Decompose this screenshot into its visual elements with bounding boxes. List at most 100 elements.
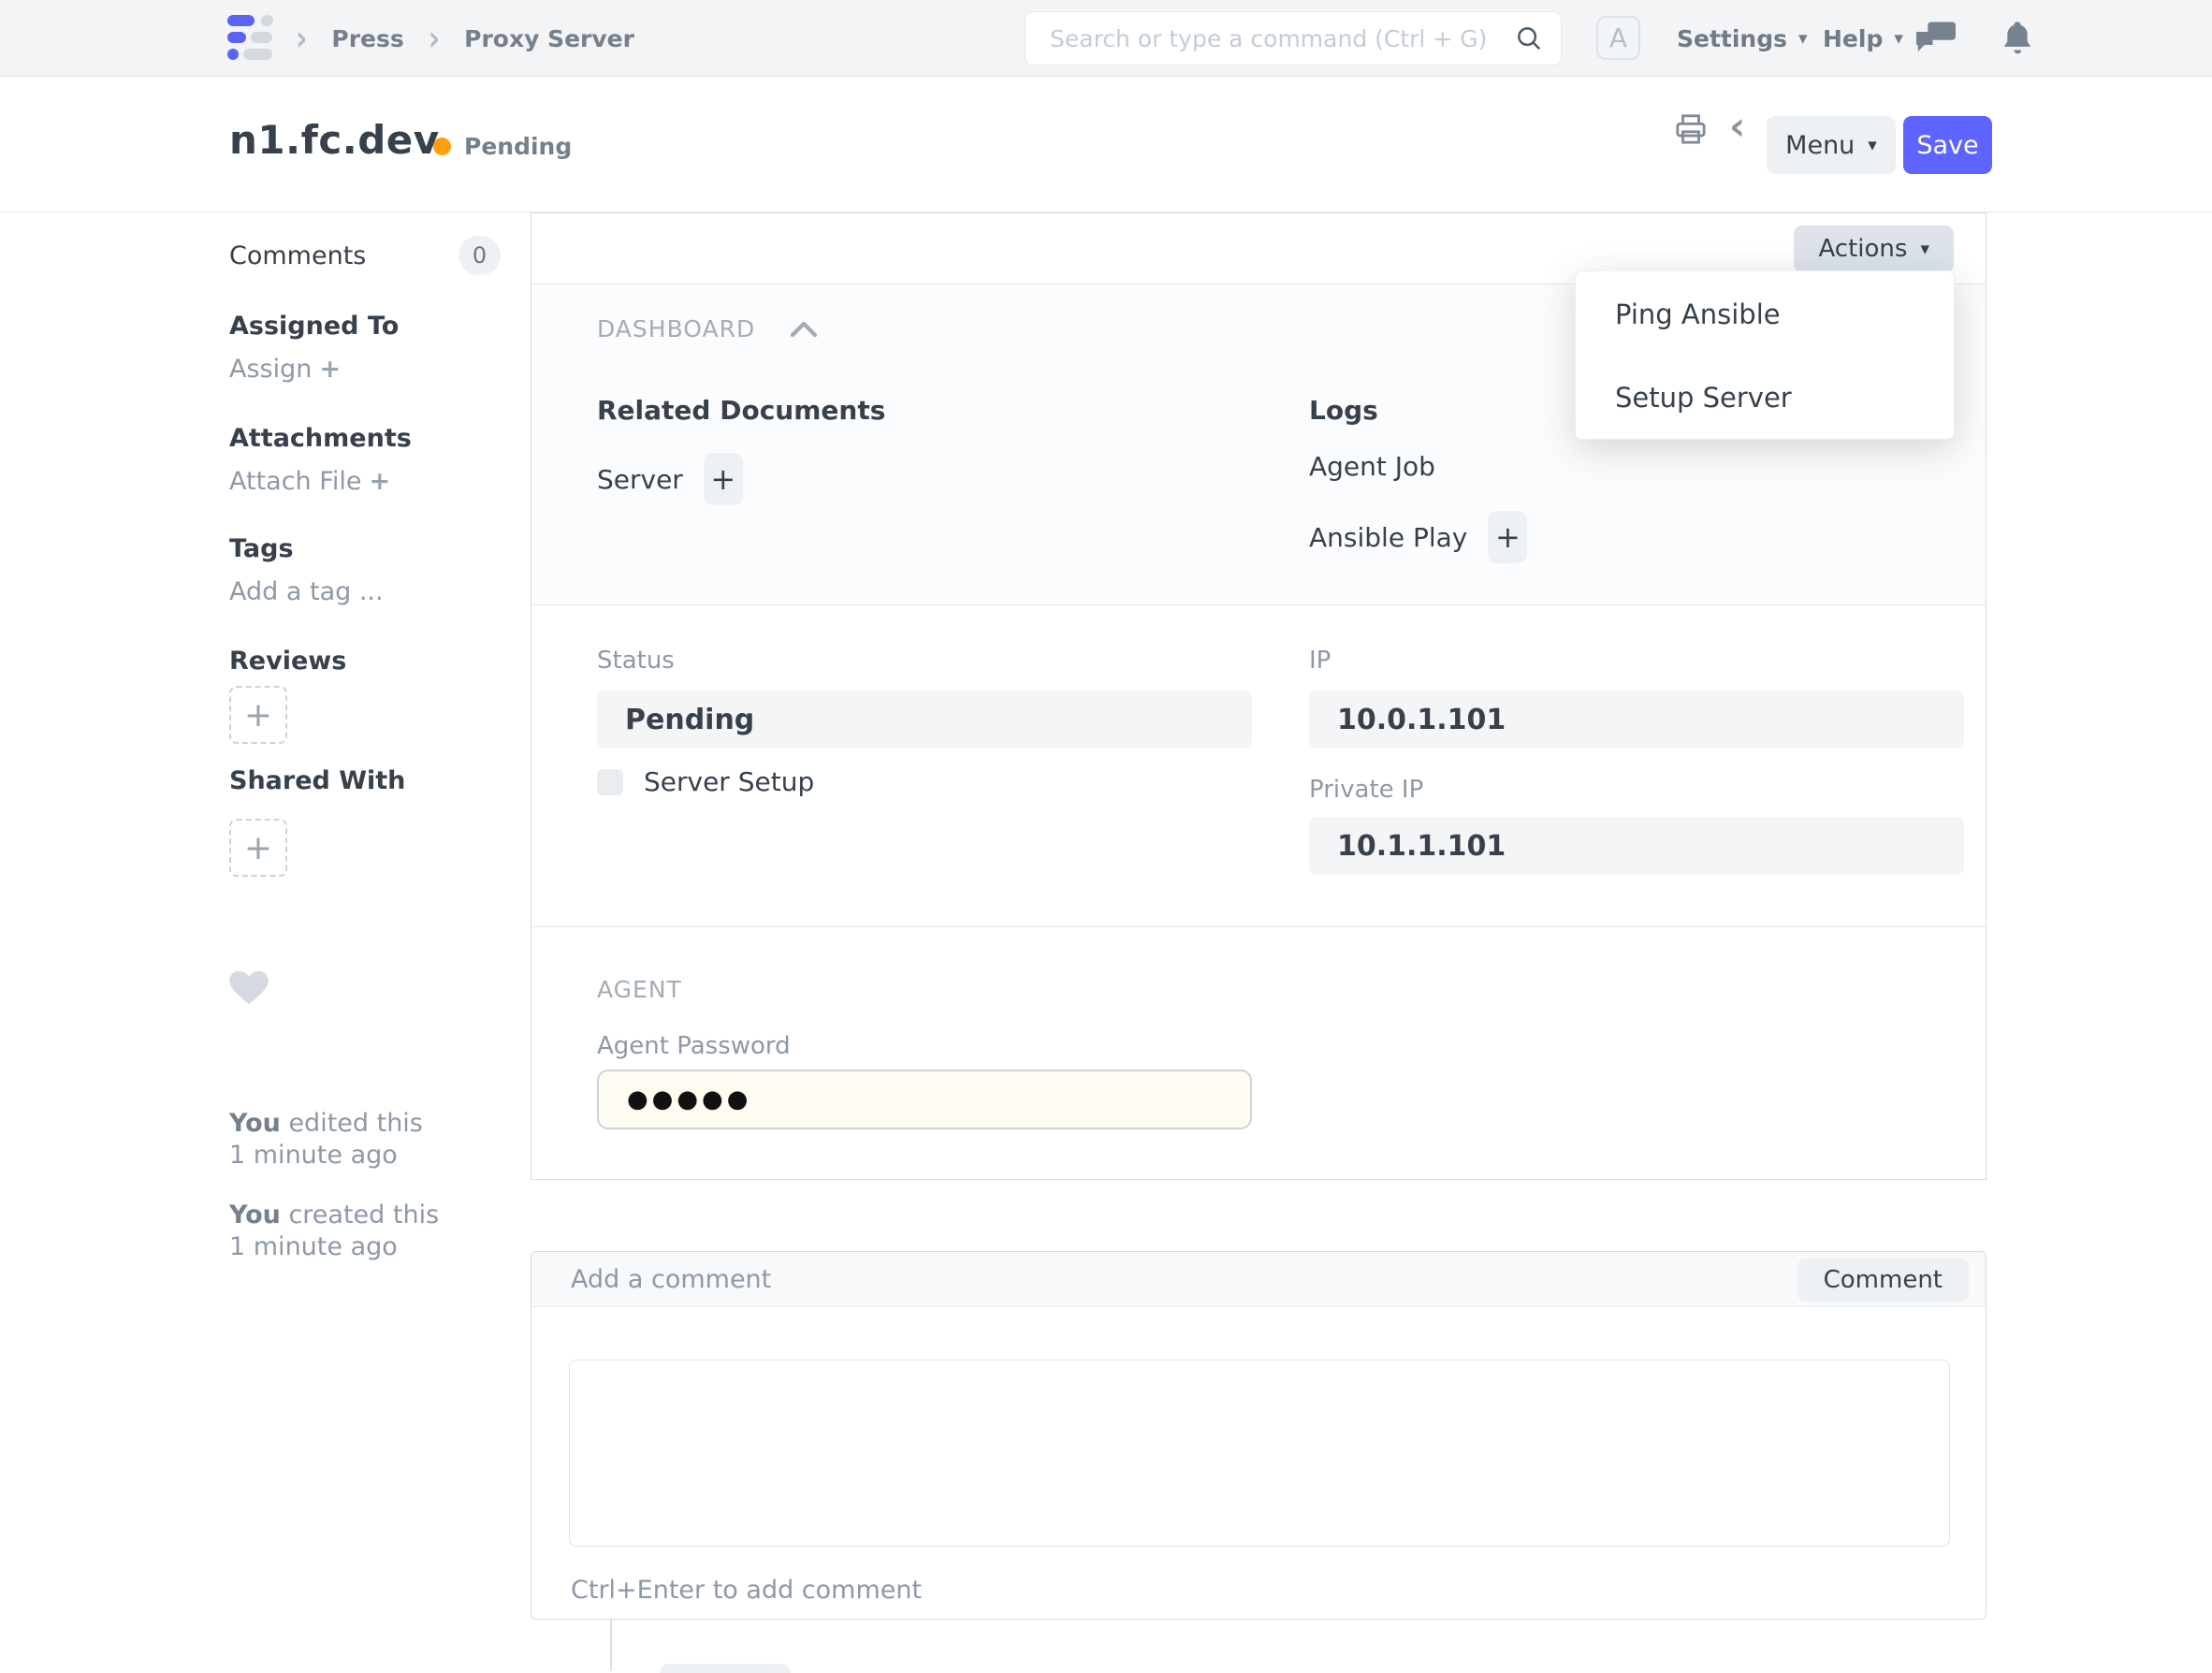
server-setup-label: Server Setup [644,766,814,797]
edited-by-line: You edited this [229,1109,423,1138]
created-by-user: You [229,1200,281,1229]
app-logo-icon[interactable] [227,15,272,61]
status-section: Status Pending IP 10.0.1.101 Server Setu… [531,605,1986,927]
settings-label: Settings [1677,25,1787,52]
menu-button-label: Menu [1785,131,1855,160]
comment-submit-button[interactable]: Comment [1797,1258,1969,1302]
assign-label: Assign [229,355,312,384]
add-ansible-play-button[interactable]: + [1488,511,1527,563]
menu-button[interactable]: Menu ▾ [1767,116,1896,174]
status-dot-icon [433,138,451,155]
actions-dropdown-menu: Ping Ansible Setup Server [1575,270,1955,440]
ip-field-value[interactable]: 10.0.1.101 [1309,691,1964,749]
edited-by-action: edited this [288,1109,422,1138]
agent-password-input[interactable]: ●●●●● [597,1069,1252,1129]
status-field-value: Pending [597,691,1252,749]
add-share-button[interactable]: + [229,819,287,877]
log-ansible-play-label: Ansible Play [1309,522,1467,553]
plus-icon: + [244,829,272,867]
agent-section: AGENT Agent Password ●●●●● [531,927,1986,1179]
comments-row[interactable]: Comments 0 [229,241,501,270]
help-label: Help [1823,25,1883,52]
comment-panel-header: Add a comment Comment [531,1252,1986,1307]
dashboard-heading-row[interactable]: DASHBOARD [597,315,817,342]
plus-icon: + [244,696,272,735]
add-server-button[interactable]: + [704,453,743,505]
menu-item-ping-ansible[interactable]: Ping Ansible [1576,272,1954,356]
chevron-up-icon[interactable] [791,322,817,337]
assign-button[interactable]: Assign+ [229,355,341,384]
settings-menu[interactable]: Settings ▾ [1677,0,1808,77]
reviews-heading: Reviews [229,647,346,676]
comment-textarea[interactable] [569,1360,1950,1547]
status-indicator-label: Pending [464,133,572,160]
attach-file-button[interactable]: Attach File + [229,467,390,496]
breadcrumb-proxy-server[interactable]: Proxy Server [464,25,634,52]
search-input[interactable] [1025,11,1562,65]
like-button[interactable] [229,970,269,1006]
private-ip-field-label: Private IP [1309,776,1423,804]
print-button[interactable] [1675,113,1707,145]
avatar[interactable]: A [1596,16,1640,60]
plus-icon: + [710,461,735,497]
heart-icon [229,970,269,1006]
status-field-label: Status [597,647,675,675]
prev-record-button[interactable]: ‹ [1729,107,1745,146]
comments-count-badge: 0 [458,236,501,275]
breadcrumb: › Press › Proxy Server [296,0,634,77]
plus-icon: + [369,467,390,496]
server-setup-checkbox[interactable] [597,769,623,795]
global-search [1025,11,1562,65]
help-menu[interactable]: Help ▾ [1823,0,1903,77]
menu-item-setup-server[interactable]: Setup Server [1576,356,1954,439]
tags-heading: Tags [229,534,294,563]
related-doc-server-label: Server [597,464,683,495]
dashboard-heading: DASHBOARD [597,315,755,342]
actions-button[interactable]: Actions ▾ [1794,225,1954,272]
print-icon [1675,113,1707,145]
created-by-action: created this [288,1200,439,1229]
save-button[interactable]: Save [1903,116,1992,174]
chat-icon [1916,22,1956,55]
attach-file-label: Attach File [229,467,361,496]
actions-button-label: Actions [1818,235,1907,263]
chevron-right-icon: › [429,18,440,59]
attachments-heading: Attachments [229,424,412,453]
comment-panel: Add a comment Comment Ctrl+Enter to add … [531,1251,1986,1620]
comment-hint: Ctrl+Enter to add comment [571,1576,922,1605]
ip-field-label: IP [1309,647,1331,675]
log-ansible-play[interactable]: Ansible Play + [1309,511,1527,563]
shared-with-heading: Shared With [229,766,405,795]
timeline-line [610,1620,612,1671]
page-head: n1.fc.dev Pending ‹ › Menu ▾ Save [0,77,2212,212]
breadcrumb-press[interactable]: Press [331,25,403,52]
agent-heading: AGENT [597,976,682,1003]
navbar: › Press › Proxy Server A Settings ▾ Help… [0,0,2212,77]
related-documents-heading: Related Documents [597,395,885,426]
assigned-to-heading: Assigned To [229,312,399,341]
plus-icon: + [319,355,341,384]
related-doc-server[interactable]: Server + [597,453,743,505]
plus-icon: + [1495,519,1521,555]
bell-icon [2002,22,2032,55]
page-title: n1.fc.dev [229,117,440,163]
notifications-button[interactable] [2002,0,2032,77]
status-indicator: Pending [433,133,572,160]
chevron-down-icon: ▾ [1868,135,1877,155]
server-setup-field[interactable]: Server Setup [597,766,814,797]
created-by-line: You created this [229,1200,439,1229]
chevron-down-icon: ▾ [1894,28,1903,49]
timeline-item-partial [660,1664,791,1673]
log-agent-job-label: Agent Job [1309,451,1435,482]
chevron-right-icon: › [296,18,307,59]
chevron-down-icon: ▾ [1798,28,1808,49]
private-ip-field-value[interactable]: 10.1.1.101 [1309,817,1964,875]
chevron-down-icon: ▾ [1920,239,1929,259]
edited-time: 1 minute ago [229,1141,398,1170]
add-review-button[interactable]: + [229,686,287,744]
chat-button[interactable] [1916,0,1956,77]
created-time: 1 minute ago [229,1232,398,1261]
add-comment-label: Add a comment [571,1265,771,1294]
add-tag-input[interactable]: Add a tag ... [229,577,384,606]
log-agent-job[interactable]: Agent Job [1309,451,1435,482]
